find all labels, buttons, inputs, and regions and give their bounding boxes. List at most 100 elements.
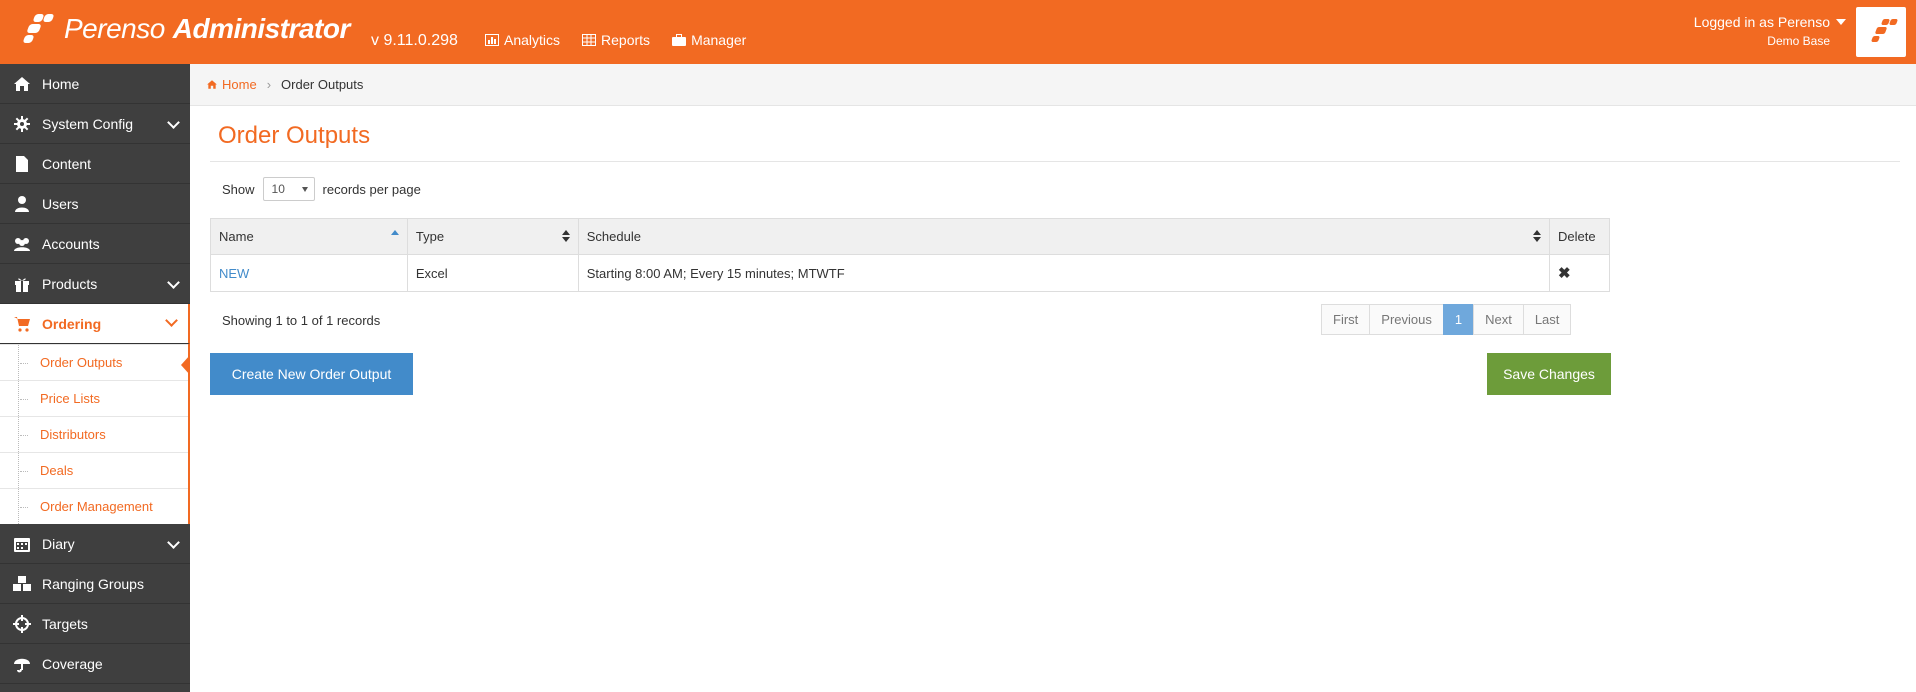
cart-icon (12, 314, 32, 334)
file-icon (12, 154, 32, 174)
home-icon (207, 80, 217, 89)
pagination-first[interactable]: First (1321, 304, 1371, 335)
sidebar-item-home[interactable]: Home (0, 64, 190, 104)
sidebar-item-label: Products (42, 275, 98, 292)
sidebar-item-system-config[interactable]: System Config (0, 104, 190, 144)
chevron-down-icon (167, 276, 180, 289)
brand-name: Perenso (64, 13, 165, 44)
page-size-value: 10 (271, 182, 285, 196)
sidebar-item-label: Content (42, 155, 92, 172)
submenu-item-label: Distributors (40, 427, 106, 442)
delete-icon[interactable]: ✖ (1558, 265, 1571, 282)
sidebar-item-coverage[interactable]: Coverage (0, 644, 190, 684)
nav-reports[interactable]: Reports (582, 32, 650, 48)
nav-analytics-label: Analytics (504, 32, 561, 48)
records-per-page-label: records per page (322, 181, 421, 197)
nav-analytics[interactable]: Analytics (485, 32, 560, 48)
page-size-select[interactable]: 10 (262, 177, 315, 201)
caret-down-icon (1836, 19, 1846, 25)
submenu-item-order-management[interactable]: Order Management (0, 488, 188, 524)
chevron-right-icon: › (266, 77, 272, 92)
records-info: Showing 1 to 1 of 1 records (222, 313, 381, 328)
breadcrumb-home-label: Home (222, 77, 257, 92)
sidebar-item-label: Accounts (42, 235, 100, 252)
calendar-icon (12, 534, 32, 554)
sidebar-item-label: Home (42, 75, 80, 92)
show-label: Show (222, 181, 255, 197)
column-header-delete: Delete (1548, 218, 1611, 255)
sort-ascending-icon (390, 230, 399, 235)
submenu-item-price-lists[interactable]: Price Lists (0, 380, 188, 416)
sidebar-item-label: Users (42, 195, 79, 212)
order-output-link[interactable]: NEW (219, 266, 249, 281)
nav-manager[interactable]: Manager (672, 32, 746, 48)
sort-icon (561, 230, 570, 242)
breadcrumb: Home › Order Outputs (190, 64, 1916, 106)
sidebar-item-ordering[interactable]: Ordering (0, 304, 190, 344)
umbrella-icon (12, 654, 32, 674)
sidebar-item-targets[interactable]: Targets (0, 604, 190, 644)
page-title: Order Outputs (218, 122, 371, 149)
chart-icon (485, 34, 499, 46)
chevron-down-icon (167, 536, 180, 549)
cell-name: NEW (210, 254, 408, 292)
pagination-next[interactable]: Next (1473, 304, 1524, 335)
table-row: NEW Excel Starting 8:00 AM; Every 15 min… (210, 254, 1611, 292)
submenu-item-label: Order Management (40, 499, 153, 514)
order-outputs-table: Name Type Schedule Delete NEW Excel Star… (210, 218, 1611, 292)
column-header-name[interactable]: Name (210, 218, 408, 255)
cubes-icon (12, 574, 32, 594)
top-header: Perenso Administrator v 9.11.0.298 Analyt… (0, 0, 1916, 64)
page-length-control: Show 10 records per page (222, 177, 421, 201)
perenso-logo-icon (22, 12, 58, 46)
column-header-label: Delete (1557, 229, 1596, 244)
chevron-down-icon (167, 116, 180, 129)
submenu-item-deals[interactable]: Deals (0, 452, 188, 488)
brand-suffix: Administrator (172, 13, 351, 44)
sidebar-item-ranging-groups[interactable]: Ranging Groups (0, 564, 190, 604)
column-header-label: Type (415, 229, 445, 244)
user-icon (12, 194, 32, 214)
pagination-previous[interactable]: Previous (1369, 304, 1444, 335)
column-header-type[interactable]: Type (406, 218, 579, 255)
submenu-item-order-outputs[interactable]: Order Outputs (0, 344, 190, 380)
base-label: Demo Base (1767, 34, 1830, 48)
crosshairs-icon (12, 614, 32, 634)
sidebar-item-label: Targets (42, 615, 88, 632)
breadcrumb-home[interactable]: Home (206, 77, 257, 92)
sidebar-item-users[interactable]: Users (0, 184, 190, 224)
cell-delete: ✖ (1548, 254, 1611, 292)
column-header-schedule[interactable]: Schedule (577, 218, 1550, 255)
submenu-item-label: Order Outputs (40, 355, 123, 370)
column-header-label: Name (219, 229, 254, 244)
sidebar-item-label: Diary (42, 535, 75, 552)
user-menu[interactable]: Logged in as Perenso Demo Base (1694, 14, 1846, 48)
sidebar-item-products[interactable]: Products (0, 264, 190, 304)
save-changes-button[interactable]: Save Changes (1487, 353, 1611, 395)
avatar[interactable] (1856, 7, 1906, 57)
pagination: First Previous 1 Next Last (1321, 304, 1572, 335)
column-header-label: Schedule (586, 229, 641, 244)
sidebar-item-diary[interactable]: Diary (0, 524, 190, 564)
brand-logo[interactable]: Perenso Administrator (22, 12, 351, 46)
current-page-indicator (181, 355, 190, 375)
cell-type: Excel (406, 254, 579, 292)
table-icon (582, 34, 597, 46)
home-icon (12, 74, 32, 94)
submenu-item-label: Deals (40, 463, 74, 478)
pagination-page-1[interactable]: 1 (1442, 304, 1475, 335)
breadcrumb-current: Order Outputs (281, 77, 364, 92)
logged-in-label: Logged in as Perenso (1693, 14, 1830, 30)
submenu-item-label: Price Lists (40, 391, 100, 406)
submenu-item-distributors[interactable]: Distributors (0, 416, 188, 452)
create-order-output-button[interactable]: Create New Order Output (210, 353, 413, 395)
sidebar-item-accounts[interactable]: Accounts (0, 224, 190, 264)
sidebar: Home System Config Content Users Account… (0, 64, 190, 692)
cell-schedule: Starting 8:00 AM; Every 15 minutes; MTWT… (577, 254, 1550, 292)
sidebar-item-label: System Config (42, 115, 134, 132)
chevron-down-icon (165, 314, 178, 327)
sidebar-item-label: Ranging Groups (42, 575, 144, 592)
pagination-last[interactable]: Last (1522, 304, 1572, 335)
sidebar-item-content[interactable]: Content (0, 144, 190, 184)
nav-manager-label: Manager (691, 32, 747, 48)
